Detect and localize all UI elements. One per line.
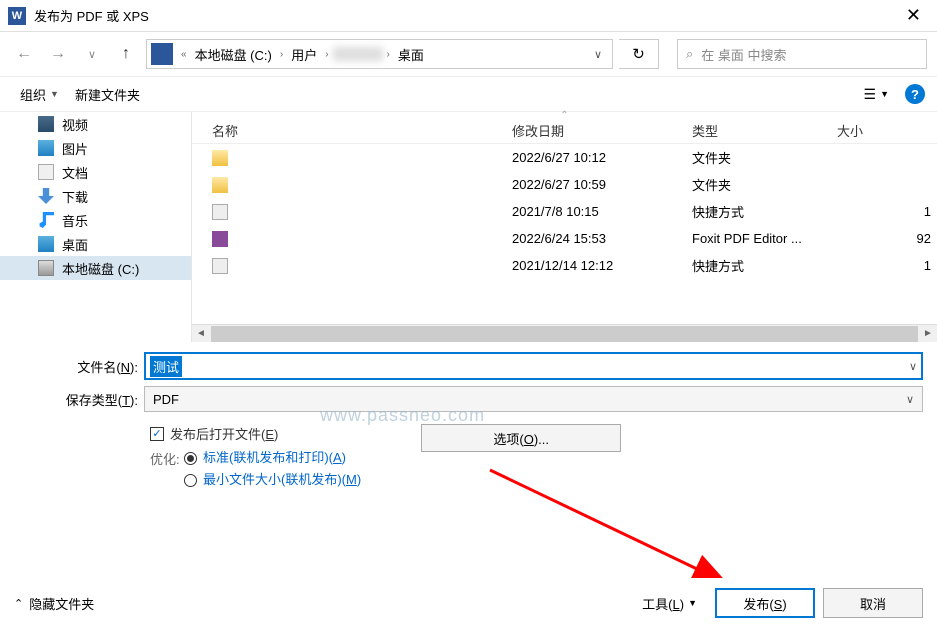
- folder-icon: [212, 150, 228, 166]
- disk-icon: [38, 260, 54, 276]
- chevron-down-icon: ∨: [906, 393, 914, 406]
- breadcrumb-users[interactable]: 用户: [287, 45, 321, 64]
- forward-button: →: [44, 40, 72, 68]
- publish-button[interactable]: 发布(S): [715, 588, 815, 618]
- chevron-right-icon: ›: [383, 49, 394, 60]
- sidebar-item-video[interactable]: 视频: [0, 112, 191, 136]
- optimize-label: 优化:: [150, 449, 184, 493]
- search-placeholder: 在 桌面 中搜索: [701, 45, 786, 64]
- savetype-value: PDF: [153, 392, 179, 407]
- sidebar-item-desktop[interactable]: 桌面: [0, 232, 191, 256]
- sidebar: 视频 图片 文档 下载 音乐 桌面 本地磁盘 (C:): [0, 112, 192, 342]
- column-name[interactable]: 名称: [192, 121, 512, 140]
- pdf-icon: [212, 231, 228, 247]
- search-icon: ⌕: [686, 46, 693, 62]
- help-icon[interactable]: ?: [905, 84, 925, 104]
- desktop-icon: [38, 236, 54, 252]
- file-row[interactable]: 2022/6/27 10:12文件夹: [192, 144, 937, 171]
- chevron-down-icon: ▼: [50, 89, 59, 99]
- shortcut-icon: [212, 258, 228, 274]
- file-row[interactable]: 2022/6/27 10:59文件夹: [192, 171, 937, 198]
- documents-icon: [38, 164, 54, 180]
- search-input[interactable]: ⌕ 在 桌面 中搜索: [677, 39, 927, 69]
- refresh-button[interactable]: ↻: [619, 39, 659, 69]
- sidebar-item-music[interactable]: 音乐: [0, 208, 191, 232]
- sidebar-item-localdisk[interactable]: 本地磁盘 (C:): [0, 256, 191, 280]
- open-after-label: 发布后打开文件(E): [170, 424, 278, 443]
- chevron-down-icon: ▼: [688, 598, 697, 608]
- chevron-down-icon[interactable]: ∨: [909, 360, 917, 373]
- scroll-left-icon[interactable]: ◄: [192, 328, 210, 339]
- file-row[interactable]: 2022/6/24 15:53Foxit PDF Editor ...92: [192, 225, 937, 252]
- folder-icon: [212, 177, 228, 193]
- up-button[interactable]: ↑: [112, 40, 140, 68]
- dialog-title: 发布为 PDF 或 XPS: [34, 6, 898, 25]
- organize-button[interactable]: 组织 ▼: [12, 81, 67, 108]
- close-icon[interactable]: ✕: [898, 5, 929, 26]
- downloads-icon: [38, 188, 54, 204]
- optimize-standard-label: 标准(联机发布和打印)(A): [203, 449, 346, 467]
- column-date[interactable]: 修改日期: [512, 121, 692, 140]
- breadcrumb-dropdown-icon[interactable]: ∨: [584, 48, 612, 61]
- chevron-right-icon: «: [177, 49, 191, 60]
- scrollbar-thumb[interactable]: [211, 326, 918, 342]
- open-after-checkbox[interactable]: ✓: [150, 427, 164, 441]
- file-row[interactable]: 2021/7/8 10:15快捷方式1: [192, 198, 937, 225]
- chevron-right-icon: ›: [276, 49, 287, 60]
- chevron-down-icon: ▼: [880, 89, 889, 99]
- filename-label: 文件名(N):: [14, 357, 144, 376]
- chevron-up-icon: ⌃: [14, 597, 23, 610]
- optimize-minsize-label: 最小文件大小(联机发布)(M): [203, 471, 361, 489]
- file-list-header: 名称 修改日期 类型 大小: [192, 118, 937, 144]
- filename-input[interactable]: 测试 ∨: [144, 352, 923, 380]
- column-type[interactable]: 类型: [692, 121, 837, 140]
- back-button[interactable]: ←: [10, 40, 38, 68]
- options-button[interactable]: 选项(O)...: [421, 424, 621, 452]
- view-mode-button[interactable]: ☰ ▼: [858, 82, 895, 107]
- filename-value: 测试: [150, 356, 182, 377]
- sidebar-item-downloads[interactable]: 下载: [0, 184, 191, 208]
- breadcrumb[interactable]: « 本地磁盘 (C:) › 用户 › › 桌面 ∨: [146, 39, 613, 69]
- savetype-select[interactable]: PDF ∨: [144, 386, 923, 412]
- chevron-right-icon: ›: [321, 49, 332, 60]
- optimize-minsize-radio[interactable]: [184, 474, 197, 487]
- breadcrumb-hidden[interactable]: [333, 47, 383, 61]
- word-icon: W: [8, 7, 26, 25]
- tools-button[interactable]: 工具(L) ▼: [632, 590, 707, 617]
- hide-folders-button[interactable]: ⌃ 隐藏文件夹: [14, 594, 94, 613]
- recent-dropdown[interactable]: ∨: [78, 40, 106, 68]
- savetype-label: 保存类型(T):: [14, 390, 144, 409]
- cancel-button[interactable]: 取消: [823, 588, 923, 618]
- scroll-right-icon[interactable]: ►: [919, 328, 937, 339]
- video-icon: [38, 116, 54, 132]
- new-folder-button[interactable]: 新建文件夹: [67, 81, 148, 108]
- location-icon: [151, 43, 173, 65]
- music-icon: [38, 212, 54, 228]
- sidebar-item-pictures[interactable]: 图片: [0, 136, 191, 160]
- shortcut-icon: [212, 204, 228, 220]
- horizontal-scrollbar[interactable]: ◄ ►: [192, 324, 937, 342]
- column-size[interactable]: 大小: [837, 121, 937, 140]
- file-row[interactable]: 2021/12/14 12:12快捷方式1: [192, 252, 937, 279]
- pictures-icon: [38, 140, 54, 156]
- breadcrumb-desktop[interactable]: 桌面: [394, 45, 428, 64]
- optimize-standard-radio[interactable]: [184, 452, 197, 465]
- sidebar-item-documents[interactable]: 文档: [0, 160, 191, 184]
- breadcrumb-disk[interactable]: 本地磁盘 (C:): [191, 45, 276, 64]
